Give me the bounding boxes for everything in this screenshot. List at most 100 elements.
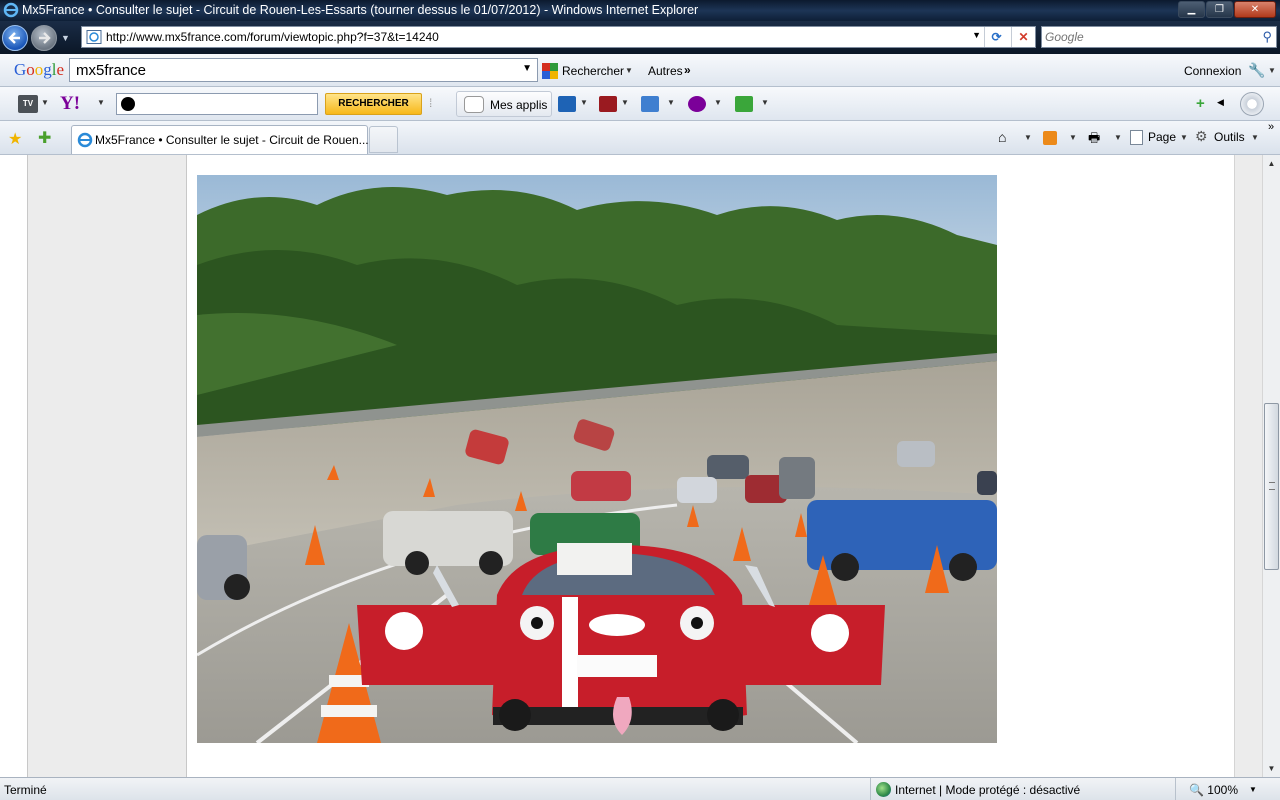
internet-explorer-icon <box>77 132 93 148</box>
recent-pages-dropdown[interactable]: ▼ <box>61 33 70 43</box>
page-icon[interactable] <box>1130 130 1143 145</box>
rss-feed-icon[interactable] <box>1043 131 1057 145</box>
chevron-down-icon[interactable]: ▼ <box>1069 133 1077 142</box>
google-search-field[interactable]: ▼ <box>69 58 538 82</box>
status-bar: Terminé Internet | Mode protégé : désact… <box>0 777 1280 800</box>
chevron-down-icon[interactable]: ▼ <box>1024 133 1032 142</box>
google-logo: Google <box>14 60 65 79</box>
google-search-input[interactable] <box>76 61 516 79</box>
chevron-down-icon[interactable]: ▼ <box>714 98 722 107</box>
window-controls: ▁ ❐ ✕ <box>1178 1 1276 18</box>
chevron-down-icon[interactable]: ▼ <box>97 98 105 107</box>
tab-label: Mx5France • Consulter le sujet - Circuit… <box>95 133 369 147</box>
yahoo-search-button[interactable]: RECHERCHER <box>325 93 422 115</box>
my-apps-label: Mes applis <box>490 98 548 112</box>
chevron-down-icon[interactable]: ▼ <box>1114 133 1122 142</box>
yahoo-toolbar: TV ▼ Y! ▼ RECHERCHER ⁞ Mes applis ▼ ▼ ▼ … <box>0 87 1280 121</box>
yahoo-logo[interactable]: Y! <box>60 93 80 115</box>
grip-icon <box>1269 482 1275 490</box>
tools-menu[interactable]: Outils <box>1214 130 1245 144</box>
apps-icon <box>464 96 484 113</box>
chevron-down-icon[interactable]: ▼ <box>580 98 588 107</box>
chevron-left-icon[interactable]: ◀ <box>1217 97 1224 108</box>
tabs-bar: ★ ✚ Mx5France • Consulter le sujet - Cir… <box>0 121 1280 155</box>
maximize-button[interactable]: ❐ <box>1206 1 1233 18</box>
chevron-down-icon[interactable]: ▼ <box>1180 133 1188 142</box>
chevron-down-icon[interactable]: ▼ <box>41 98 49 107</box>
refresh-button[interactable]: ⟳ <box>984 27 1008 47</box>
magnifier-icon: 🔍 <box>1189 783 1204 797</box>
chevron-down-icon[interactable]: ▼ <box>1268 66 1276 75</box>
my-apps-button[interactable]: Mes applis <box>456 91 552 117</box>
url-text[interactable]: http://www.mx5france.com/forum/viewtopic… <box>106 30 439 44</box>
search-icon <box>121 97 135 111</box>
new-tab-button[interactable] <box>369 126 398 153</box>
address-bar-row: ▼ http://www.mx5france.com/forum/viewtop… <box>0 21 1280 54</box>
close-window-button[interactable]: ✕ <box>1234 1 1276 18</box>
chevron-down-icon[interactable]: ▼ <box>621 98 629 107</box>
zoom-level[interactable]: 🔍 100% <box>1189 783 1238 797</box>
back-button[interactable] <box>2 25 28 51</box>
race-track-illustration <box>197 175 997 743</box>
forum-post <box>186 155 1235 777</box>
arrow-right-icon <box>39 32 51 44</box>
messenger-icon[interactable] <box>688 96 706 112</box>
chevron-down-icon[interactable]: ▼ <box>667 98 675 107</box>
google-toolbar: Google ▼ Rechercher ▼ Autres » Connexion… <box>0 54 1280 87</box>
resize-handle-icon[interactable]: ⁞ <box>429 96 432 110</box>
vertical-scrollbar[interactable]: ▲ ▼ <box>1262 155 1280 777</box>
mail-icon[interactable] <box>641 96 659 112</box>
internet-explorer-icon <box>3 2 19 18</box>
zone-label: Internet | Mode protégé : désactivé <box>895 783 1081 797</box>
add-icon[interactable]: + <box>1196 95 1205 112</box>
widgets-icon[interactable] <box>735 96 753 112</box>
globe-icon <box>876 782 891 797</box>
yahoo-search-field[interactable] <box>116 93 318 115</box>
scroll-down-icon[interactable]: ▼ <box>1263 760 1280 777</box>
signin-button[interactable]: Connexion <box>1184 64 1241 78</box>
flickr-icon[interactable] <box>599 96 617 112</box>
tab-active[interactable]: Mx5France • Consulter le sujet - Circuit… <box>71 125 369 154</box>
page-icon <box>86 30 102 44</box>
tools-gear-icon[interactable]: ⚙ <box>1195 128 1208 145</box>
browser-search-input[interactable] <box>1045 29 1245 45</box>
security-zone[interactable]: Internet | Mode protégé : désactivé <box>870 778 1176 800</box>
yahoo-search-input[interactable] <box>139 96 314 112</box>
search-icon[interactable]: ⚲ <box>1262 29 1272 45</box>
zoom-value: 100% <box>1207 783 1238 797</box>
wrench-icon[interactable]: 🔧 <box>1248 62 1265 79</box>
home-icon[interactable]: ⌂ <box>998 129 1006 145</box>
video-icon[interactable] <box>558 96 576 112</box>
favorites-star-icon[interactable]: ★ <box>8 129 22 149</box>
arrow-left-icon <box>8 32 20 44</box>
stop-button[interactable]: ✕ <box>1011 27 1035 47</box>
minimize-button[interactable]: ▁ <box>1178 1 1205 18</box>
scrollbar-thumb[interactable] <box>1264 403 1279 570</box>
forward-button[interactable] <box>31 25 57 51</box>
page-menu[interactable]: Page <box>1148 130 1176 144</box>
settings-gear-icon[interactable] <box>1240 92 1264 116</box>
double-chevron-icon[interactable]: » <box>684 63 691 77</box>
google-search-icon <box>542 63 558 79</box>
address-field[interactable]: http://www.mx5france.com/forum/viewtopic… <box>81 26 1036 48</box>
chevron-down-icon[interactable]: ▼ <box>1251 133 1259 142</box>
overflow-chevron-icon[interactable]: » <box>1268 121 1274 133</box>
page-viewport <box>0 155 1262 777</box>
chevron-down-icon[interactable]: ▼ <box>522 63 532 74</box>
browser-search-box[interactable]: ⚲ <box>1041 26 1277 48</box>
address-dropdown-icon[interactable]: ▼ <box>972 30 981 40</box>
window-title: Mx5France • Consulter le sujet - Circuit… <box>22 3 699 17</box>
page-left-margin <box>0 155 28 777</box>
chevron-down-icon[interactable]: ▼ <box>761 98 769 107</box>
google-search-button[interactable]: Rechercher <box>562 64 624 78</box>
more-button[interactable]: Autres <box>648 64 683 78</box>
tv-icon[interactable]: TV <box>18 95 38 113</box>
chevron-down-icon[interactable]: ▼ <box>625 66 633 75</box>
scroll-up-icon[interactable]: ▲ <box>1263 155 1280 172</box>
status-text: Terminé <box>4 783 47 797</box>
race-car-photo <box>197 175 997 743</box>
title-bar: Mx5France • Consulter le sujet - Circuit… <box>0 0 1280 21</box>
print-icon[interactable]: 🖶 <box>1088 129 1100 151</box>
chevron-down-icon[interactable]: ▼ <box>1249 785 1257 794</box>
add-favorite-icon[interactable]: ✚ <box>38 128 51 148</box>
